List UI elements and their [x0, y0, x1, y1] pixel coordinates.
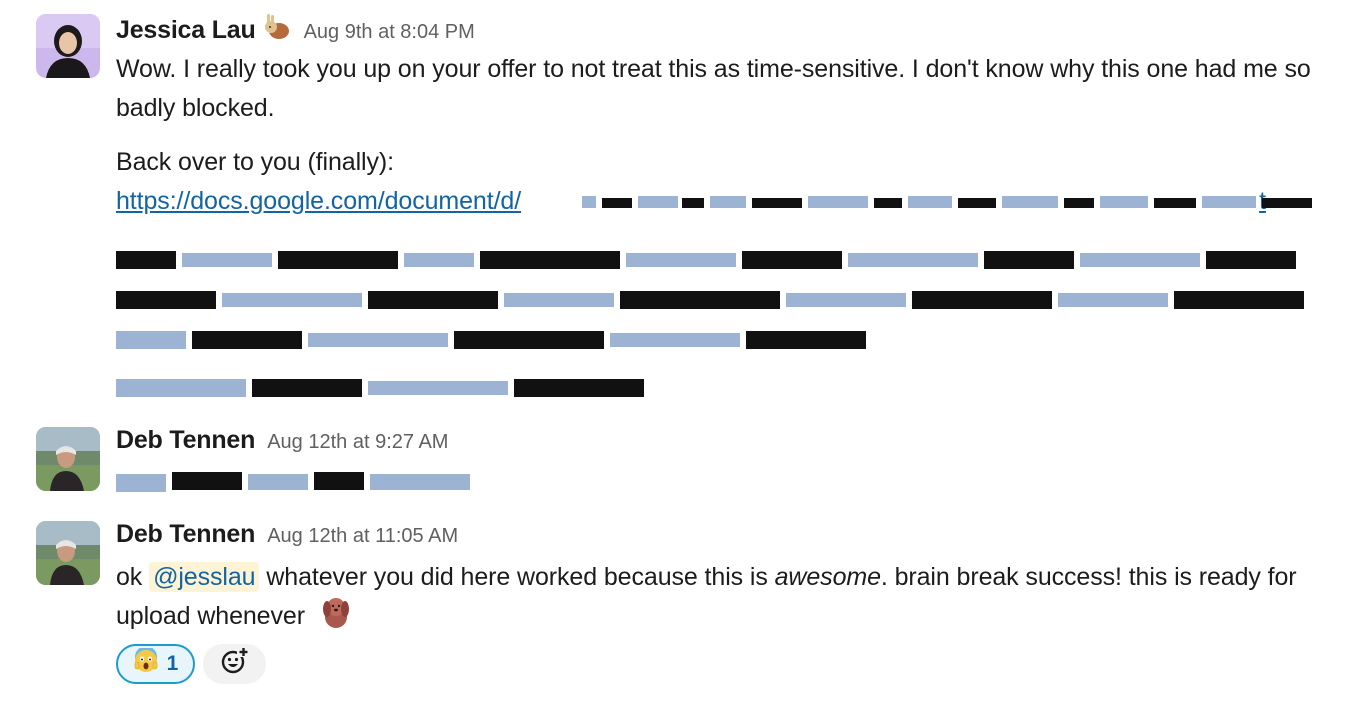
add-reaction-button[interactable] — [203, 644, 266, 684]
timestamp[interactable]: Aug 12th at 9:27 AM — [267, 431, 448, 454]
doc-link-text[interactable]: https://docs.google.com/document/d/ — [116, 187, 521, 215]
timestamp[interactable]: Aug 9th at 8:04 PM — [304, 21, 475, 44]
redacted-message — [116, 472, 470, 492]
mention-jesslau[interactable]: @jesslau — [149, 562, 260, 592]
message-text: Back over to you (finally): — [116, 148, 394, 176]
author-name[interactable]: Jessica Lau — [116, 16, 256, 45]
timestamp[interactable]: Aug 12th at 11:05 AM — [267, 525, 458, 548]
reactions-bar: 1 — [116, 644, 1336, 684]
rabbit-icon — [262, 13, 292, 41]
avatar-deb[interactable] — [36, 521, 100, 585]
reaction-scream[interactable]: 1 — [116, 644, 195, 684]
redacted-link-id — [582, 196, 1312, 208]
avatar-deb[interactable] — [36, 427, 100, 491]
scream-icon — [133, 646, 159, 680]
avatar-jessica[interactable] — [36, 14, 100, 78]
author-name[interactable]: Deb Tennen — [116, 426, 255, 455]
reaction-count: 1 — [166, 652, 179, 675]
dog-icon — [318, 595, 354, 631]
redacted-paragraph — [116, 251, 1304, 397]
author-name[interactable]: Deb Tennen — [116, 520, 255, 549]
message-text: Wow. I really took you up on your offer … — [116, 55, 1311, 122]
doc-link[interactable]: https://docs.google.com/document/d/t — [116, 182, 1336, 221]
add-reaction-icon — [220, 647, 250, 681]
message-text: ok @jesslau whatever you did here worked… — [116, 562, 1297, 631]
